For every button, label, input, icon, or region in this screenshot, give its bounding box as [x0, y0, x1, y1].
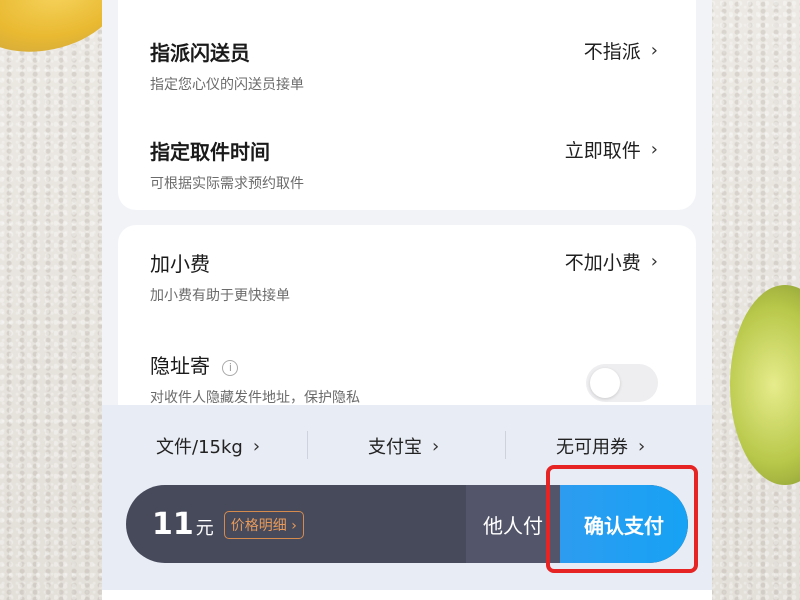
price-amount: 11	[152, 507, 194, 542]
payment-method-label: 支付宝	[368, 437, 422, 458]
chevron-right-icon: ›	[291, 518, 297, 534]
highlight-annotation	[546, 465, 698, 573]
pickup-time-row[interactable]: 指定取件时间 可根据实际需求预约取件 立即取件 ›	[150, 136, 658, 193]
hidden-address-title: 隐址寄	[150, 354, 210, 378]
pickup-time-value-label: 立即取件	[564, 140, 641, 162]
chevron-right-icon: ›	[252, 435, 261, 457]
chevron-right-icon: ›	[650, 40, 658, 61]
info-icon[interactable]: i	[222, 359, 239, 376]
hidden-address-subtitle: 对收件人隐藏发件地址，保护隐私	[150, 390, 360, 406]
divider	[505, 431, 506, 459]
tip-value-label: 不加小费	[564, 252, 641, 274]
price-detail-button[interactable]: 价格明细 ›	[223, 511, 304, 539]
price-display: 11 元 价格明细 ›	[152, 507, 304, 543]
coupon-option-label: 无可用券	[556, 437, 628, 458]
price-unit: 元	[195, 518, 214, 539]
dispatch-courier-row[interactable]: 指派闪送员 指定您心仪的闪送员接单 不指派 ›	[150, 37, 658, 94]
dispatch-courier-subtitle: 指定您心仪的闪送员接单	[150, 77, 304, 93]
toggle-knob	[590, 368, 620, 398]
chevron-right-icon: ›	[638, 435, 646, 457]
tip-value[interactable]: 不加小费 ›	[565, 248, 658, 275]
pickup-time-value[interactable]: 立即取件 ›	[565, 136, 658, 163]
dispatch-courier-title: 指派闪送员	[150, 41, 250, 65]
hidden-address-row: 隐址寄 i 对收件人隐藏发件地址，保护隐私	[150, 350, 658, 407]
payment-method-option[interactable]: 支付宝 ›	[368, 433, 439, 459]
hidden-address-toggle[interactable]	[586, 364, 658, 402]
price-detail-label: 价格明细	[230, 518, 287, 534]
chevron-right-icon: ›	[650, 251, 658, 272]
bottom-strip	[102, 590, 712, 600]
pickup-time-subtitle: 可根据实际需求预约取件	[150, 176, 304, 192]
chevron-right-icon: ›	[432, 435, 440, 457]
dispatch-courier-value[interactable]: 不指派 ›	[584, 37, 658, 64]
package-option-label: 文件/15kg	[156, 437, 243, 458]
tip-subtitle: 加小费有助于更快接单	[150, 288, 290, 304]
extras-card: 加小费 加小费有助于更快接单 不加小费 › 隐址寄 i 对收件人隐藏发件地址，保…	[118, 225, 696, 425]
chevron-right-icon: ›	[650, 139, 658, 160]
tip-row[interactable]: 加小费 加小费有助于更快接单 不加小费 ›	[150, 248, 658, 305]
coupon-option[interactable]: 无可用券 ›	[556, 433, 645, 459]
hidden-address-title-wrap: 隐址寄 i	[150, 350, 658, 379]
divider	[307, 431, 308, 459]
delivery-options-card: 指派闪送员 指定您心仪的闪送员接单 不指派 › 指定取件时间 可根据实际需求预约…	[118, 0, 696, 210]
dispatch-courier-value-label: 不指派	[583, 41, 641, 63]
package-option[interactable]: 文件/15kg ›	[156, 433, 260, 459]
